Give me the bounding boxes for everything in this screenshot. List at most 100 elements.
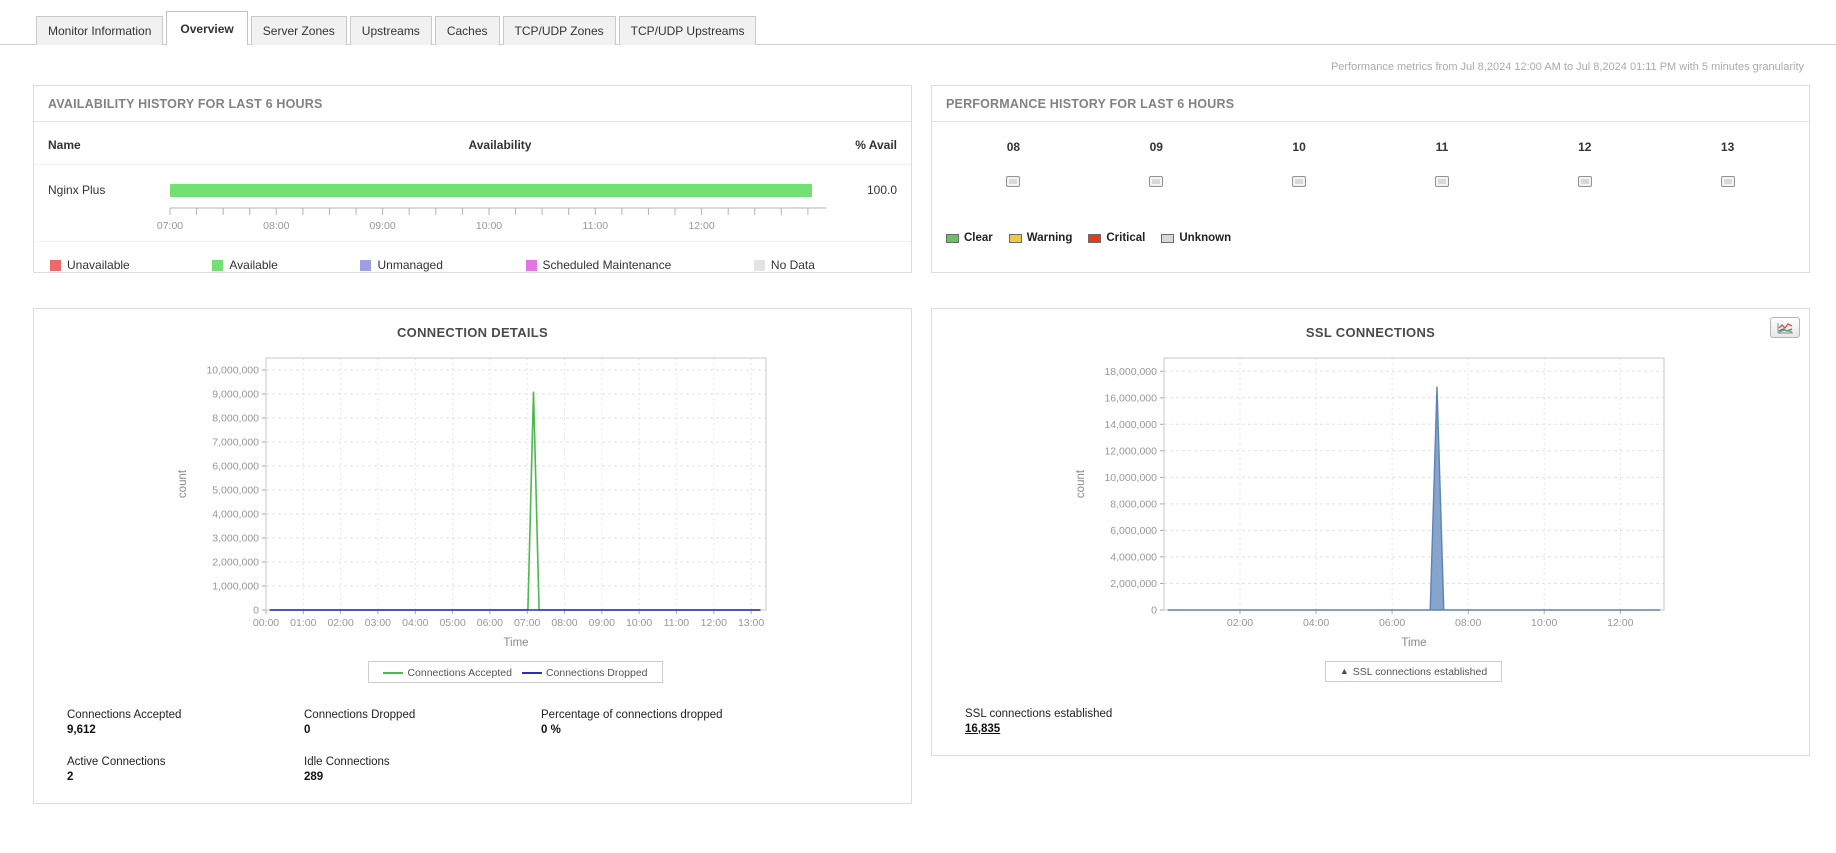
availability-bar-cell bbox=[170, 183, 830, 197]
legend-label: Unknown bbox=[1179, 232, 1232, 244]
stat-connections-accepted: Connections Accepted 9,612 bbox=[67, 709, 304, 736]
legend-item-unknown: Unknown bbox=[1161, 232, 1231, 244]
svg-text:11:00: 11:00 bbox=[583, 220, 609, 232]
svg-text:13:00: 13:00 bbox=[737, 617, 763, 629]
tab-tcpudp-zones[interactable]: TCP/UDP Zones bbox=[502, 16, 616, 45]
stat-value: 9,612 bbox=[67, 724, 96, 736]
mini-chart-icon bbox=[1777, 322, 1793, 333]
svg-text:07:00: 07:00 bbox=[157, 220, 183, 232]
unmanaged-swatch-icon bbox=[360, 259, 372, 271]
legend-label: Unmanaged bbox=[377, 258, 443, 272]
availability-row: Nginx Plus 100.0 bbox=[34, 165, 911, 201]
ssl-connections-panel: SSL CONNECTIONS 0 2,000,000 4,000,000 6,000… bbox=[931, 308, 1810, 756]
availability-time-axis-row: 07:00 08:00 09:00 10:00 11:00 12:00 bbox=[34, 201, 911, 242]
performance-hour-labels: 08 09 10 11 12 13 bbox=[932, 122, 1809, 154]
svg-text:4,000,000: 4,000,000 bbox=[212, 509, 259, 521]
legend-label: No Data bbox=[770, 258, 815, 272]
availability-table-header: Name Availability % Avail bbox=[34, 122, 911, 165]
legend-label: Clear bbox=[964, 232, 993, 244]
panel-title: AVAILABILITY HISTORY FOR LAST 6 HOURS bbox=[34, 86, 911, 122]
status-unknown-icon[interactable] bbox=[1577, 176, 1592, 187]
legend-item: ▲ SSL connections established bbox=[1339, 665, 1488, 678]
svg-text:05:00: 05:00 bbox=[439, 617, 465, 629]
stat-pct-connections-dropped: Percentage of connections dropped 0 % bbox=[541, 709, 891, 736]
percent-avail-value: 100.0 bbox=[866, 183, 897, 197]
stat-active-connections: Active Connections 2 bbox=[67, 756, 304, 783]
svg-text:08:00: 08:00 bbox=[1455, 617, 1481, 629]
tab-upstreams[interactable]: Upstreams bbox=[349, 16, 432, 45]
tab-server-zones[interactable]: Server Zones bbox=[250, 16, 347, 45]
hour-label: 08 bbox=[1006, 140, 1021, 154]
svg-text:8,000,000: 8,000,000 bbox=[1110, 498, 1157, 510]
legend-label: Available bbox=[229, 258, 278, 272]
stat-label: Idle Connections bbox=[304, 756, 390, 768]
col-header-name: Name bbox=[48, 138, 81, 152]
svg-text:7,000,000: 7,000,000 bbox=[212, 437, 259, 449]
status-unknown-icon[interactable] bbox=[1292, 176, 1307, 187]
svg-text:07:00: 07:00 bbox=[514, 617, 540, 629]
stat-label: Connections Accepted bbox=[67, 709, 182, 721]
hour-label: 10 bbox=[1292, 140, 1306, 154]
svg-text:06:00: 06:00 bbox=[476, 617, 502, 629]
svg-text:10,000,000: 10,000,000 bbox=[1104, 472, 1157, 484]
status-unknown-icon[interactable] bbox=[1149, 176, 1164, 187]
scheduled-maintenance-swatch-icon bbox=[525, 259, 537, 271]
svg-text:10:00: 10:00 bbox=[625, 617, 651, 629]
legend-item-warning: Warning bbox=[1008, 232, 1073, 244]
svg-text:9,000,000: 9,000,000 bbox=[212, 389, 259, 401]
svg-text:12,000,000: 12,000,000 bbox=[1104, 445, 1157, 457]
svg-text:01:00: 01:00 bbox=[290, 617, 316, 629]
unavailable-swatch-icon bbox=[50, 259, 61, 271]
chart-options-button[interactable] bbox=[1770, 317, 1800, 338]
connection-details-chart[interactable]: 0 1,000,000 2,000,000 3,000,000 4,000,000 5,0… bbox=[34, 344, 911, 659]
tab-caches[interactable]: Caches bbox=[434, 16, 500, 45]
svg-text:12:00: 12:00 bbox=[688, 220, 714, 232]
legend-label: Critical bbox=[1106, 232, 1146, 244]
chart-title: SSL CONNECTIONS bbox=[1305, 325, 1436, 340]
legend-item: Connections Dropped bbox=[521, 667, 648, 679]
stat-value: 0 bbox=[304, 724, 311, 736]
stat-value: 2 bbox=[67, 771, 74, 783]
legend-item-no-data: No Data bbox=[753, 258, 815, 272]
chart-title: CONNECTION DETAILS bbox=[396, 325, 549, 340]
svg-text:1,000,000: 1,000,000 bbox=[212, 581, 259, 593]
svg-text:04:00: 04:00 bbox=[1302, 617, 1328, 629]
ssl-stats: SSL connections established 16,835 bbox=[932, 688, 1809, 755]
svg-text:6,000,000: 6,000,000 bbox=[212, 461, 259, 473]
svg-text:count: count bbox=[1075, 469, 1087, 498]
svg-text:08:00: 08:00 bbox=[263, 220, 289, 232]
stat-label: Percentage of connections dropped bbox=[541, 709, 723, 721]
svg-text:2,000,000: 2,000,000 bbox=[1110, 578, 1157, 590]
tab-monitor-information[interactable]: Monitor Information bbox=[36, 16, 164, 45]
critical-swatch-icon bbox=[1088, 233, 1102, 243]
tab-overview[interactable]: Overview bbox=[166, 11, 248, 45]
legend-label: Unavailable bbox=[67, 258, 130, 272]
connection-details-panel: CONNECTION DETAILS 0 1,000,000 2,000,000 3,… bbox=[33, 308, 912, 804]
status-unknown-icon[interactable] bbox=[1434, 176, 1449, 187]
dashboard-page: Monitor Information Overview Server Zone… bbox=[0, 0, 1836, 853]
panel-title: PERFORMANCE HISTORY FOR LAST 6 HOURS bbox=[932, 86, 1809, 122]
status-unknown-icon[interactable] bbox=[1006, 176, 1021, 187]
legend-item-clear: Clear bbox=[946, 232, 993, 244]
ssl-connections-chart[interactable]: 0 2,000,000 4,000,000 6,000,000 8,000,000 10,… bbox=[932, 344, 1809, 659]
stat-idle-connections: Idle Connections 289 bbox=[304, 756, 541, 783]
line-swatch-icon bbox=[521, 672, 542, 674]
svg-text:10:00: 10:00 bbox=[1531, 617, 1557, 629]
ssl-established-value-link[interactable]: 16,835 bbox=[965, 723, 1000, 735]
svg-text:18,000,000: 18,000,000 bbox=[1104, 366, 1157, 378]
legend-label: Warning bbox=[1026, 232, 1073, 244]
availability-bar[interactable] bbox=[170, 183, 812, 197]
triangle-marker-icon: ▲ bbox=[1339, 666, 1349, 676]
svg-text:8,000,000: 8,000,000 bbox=[212, 413, 259, 425]
connection-stats: Connections Accepted 9,612 Connections D… bbox=[34, 689, 911, 803]
status-unknown-icon[interactable] bbox=[1720, 176, 1735, 187]
col-header-percent-avail: % Avail bbox=[855, 138, 897, 152]
stat-value: 289 bbox=[304, 771, 324, 783]
svg-text:04:00: 04:00 bbox=[402, 617, 428, 629]
tab-tcpudp-upstreams[interactable]: TCP/UDP Upstreams bbox=[618, 16, 757, 45]
legend-item-critical: Critical bbox=[1088, 232, 1145, 244]
hour-label: 12 bbox=[1578, 140, 1592, 154]
svg-text:Time: Time bbox=[503, 637, 528, 649]
stat-label: Connections Dropped bbox=[304, 709, 416, 721]
performance-history-panel: PERFORMANCE HISTORY FOR LAST 6 HOURS 08 … bbox=[931, 85, 1810, 273]
